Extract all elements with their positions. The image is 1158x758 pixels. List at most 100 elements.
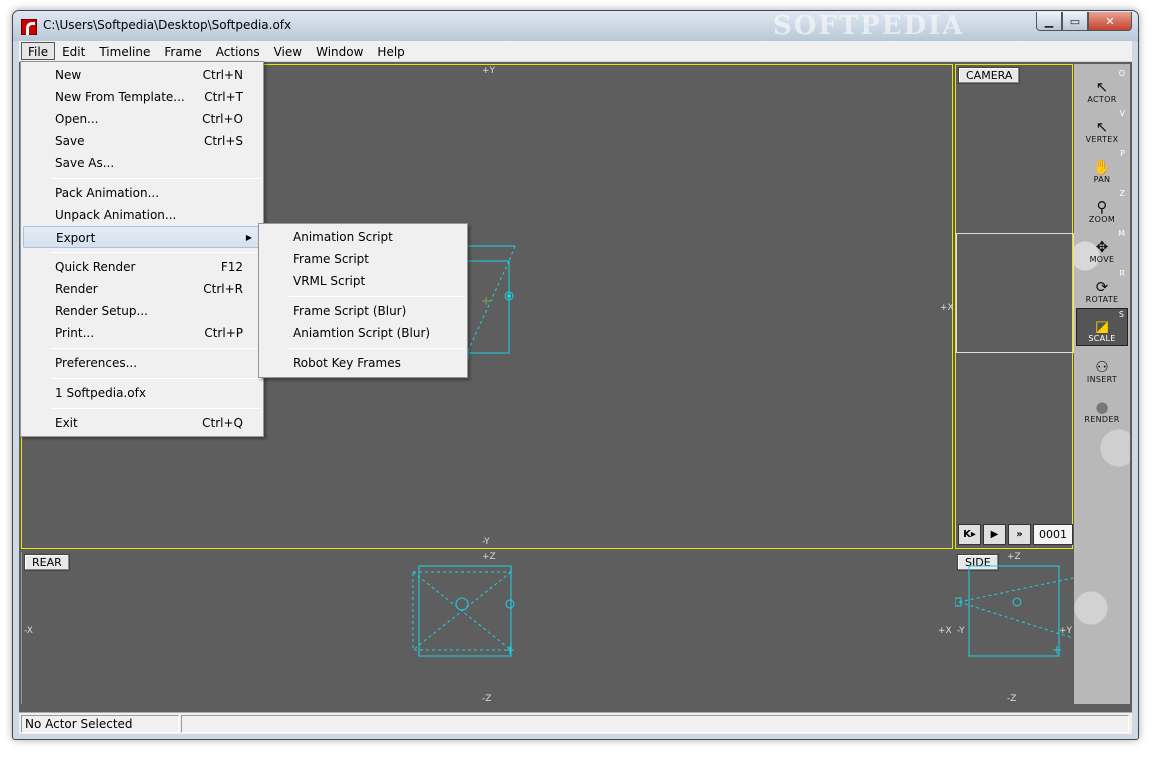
scene-wireframe-rear[interactable] [22, 552, 952, 704]
tool-move[interactable]: M ✥ MOVE [1076, 228, 1128, 266]
tool-insert[interactable]: ⚇ INSERT [1076, 348, 1128, 386]
render-spheres-icon: ● [1095, 398, 1109, 416]
menu-item-shortcut: Ctrl+R [203, 282, 243, 296]
tool-actor[interactable]: O ↖ ACTOR [1076, 68, 1128, 106]
tool-label: ROTATE [1085, 295, 1119, 304]
rear-viewport[interactable]: REAR +Z -Z -X +X [21, 552, 952, 704]
menu-item-save-as[interactable]: Save As... [23, 152, 261, 174]
close-button[interactable]: ✕ [1088, 12, 1132, 31]
status-text: No Actor Selected [21, 714, 179, 733]
menu-item-shortcut: Ctrl+Q [202, 416, 243, 430]
menu-item-export[interactable]: Export ▶ [23, 226, 261, 248]
tool-shortcut: S [1118, 310, 1124, 319]
tool-shortcut: P [1120, 149, 1125, 158]
maximize-button[interactable]: ▭ [1062, 12, 1088, 31]
frame-counter[interactable]: 0001 [1033, 524, 1073, 545]
menu-view[interactable]: View [267, 42, 309, 60]
menu-item-save[interactable]: Save Ctrl+S [23, 130, 261, 152]
playback-controls: K▸ ▶ » 0001 [958, 524, 1073, 546]
menu-separator [51, 348, 261, 349]
menu-item-label: New From Template... [55, 90, 185, 104]
submenu-arrow-icon: ▶ [245, 233, 252, 242]
fast-forward-button[interactable]: » [1008, 524, 1031, 545]
menu-item-recent-file[interactable]: 1 Softpedia.ofx [23, 382, 261, 404]
tool-shortcut: M [1118, 229, 1125, 238]
export-robot-key-frames[interactable]: Robot Key Frames [261, 352, 465, 374]
menu-item-label: Render Setup... [55, 304, 148, 318]
menu-item-label: Save [55, 134, 85, 148]
tool-render[interactable]: ● RENDER [1076, 388, 1128, 426]
menu-item-label: VRML Script [293, 274, 366, 288]
menu-item-preferences[interactable]: Preferences... [23, 352, 261, 374]
status-pane-secondary [181, 714, 1129, 733]
menu-file[interactable]: File [21, 42, 56, 60]
menu-item-render[interactable]: Render Ctrl+R [23, 278, 261, 300]
menu-item-shortcut: F12 [220, 260, 243, 274]
menu-bar: File Edit Timeline Frame Actions View Wi… [19, 41, 1132, 61]
minimize-button[interactable]: ▁ [1036, 12, 1062, 31]
menu-separator [51, 378, 261, 379]
menu-frame[interactable]: Frame [157, 42, 208, 60]
tool-pan[interactable]: P ✋ PAN [1076, 148, 1128, 186]
tool-label: ZOOM [1088, 215, 1116, 224]
menu-item-shortcut: Ctrl+P [204, 326, 243, 340]
export-frame-script-blur[interactable]: Frame Script (Blur) [261, 300, 465, 322]
status-bar: No Actor Selected [19, 712, 1132, 734]
move-arrows-icon: ✥ [1095, 238, 1109, 256]
menu-item-label: New [55, 68, 82, 82]
tool-rotate[interactable]: R ⟳ ROTATE [1076, 268, 1128, 306]
tool-shortcut: V [1119, 109, 1125, 118]
export-animation-script-blur[interactable]: Aniamtion Script (Blur) [261, 322, 465, 344]
menu-item-new-from-template[interactable]: New From Template... Ctrl+T [23, 86, 261, 108]
menu-item-pack-animation[interactable]: Pack Animation... [23, 182, 261, 204]
menu-item-label: Print... [55, 326, 95, 340]
rotate-icon: ⟳ [1095, 278, 1109, 296]
tool-label: ACTOR [1087, 95, 1117, 104]
menu-actions[interactable]: Actions [209, 42, 267, 60]
menu-item-shortcut: Ctrl+N [202, 68, 243, 82]
menu-item-label: Preferences... [55, 356, 138, 370]
camera-view-label[interactable]: CAMERA [958, 67, 1021, 84]
scene-wireframe-side[interactable] [955, 552, 1073, 704]
menu-separator [51, 408, 261, 409]
vertex-pointer-icon: ↖ [1095, 118, 1109, 136]
export-frame-script[interactable]: Frame Script [261, 248, 465, 270]
app-icon[interactable] [21, 19, 37, 35]
menu-item-open[interactable]: Open... Ctrl+O [23, 108, 261, 130]
tool-palette: O ↖ ACTOR V ↖ VERTEX P ✋ PAN Z ⚲ ZOOM M [1074, 64, 1130, 704]
camera-frame [956, 233, 1074, 353]
side-viewport[interactable]: SIDE +Z -Z -Y +Y [955, 552, 1073, 704]
export-vrml-script[interactable]: VRML Script [261, 270, 465, 292]
menu-window[interactable]: Window [309, 42, 370, 60]
menu-timeline[interactable]: Timeline [92, 42, 157, 60]
camera-viewport[interactable]: CAMERA K▸ ▶ » 0001 [955, 64, 1074, 549]
menu-item-label: 1 Softpedia.ofx [55, 386, 146, 400]
menu-item-label: Save As... [55, 156, 115, 170]
menu-item-label: Aniamtion Script (Blur) [293, 326, 431, 340]
menu-item-label: Open... [55, 112, 99, 126]
menu-item-unpack-animation[interactable]: Unpack Animation... [23, 204, 261, 226]
tool-scale[interactable]: S ◪ SCALE [1076, 308, 1128, 346]
tool-zoom[interactable]: Z ⚲ ZOOM [1076, 188, 1128, 226]
menu-item-print[interactable]: Print... Ctrl+P [23, 322, 261, 344]
rewind-button[interactable]: K▸ [958, 524, 981, 545]
menu-help[interactable]: Help [370, 42, 411, 60]
tool-shortcut: Z [1119, 189, 1125, 198]
menu-item-exit[interactable]: Exit Ctrl+Q [23, 412, 261, 434]
menu-item-label: Export [56, 231, 96, 245]
menu-item-shortcut: Ctrl+S [203, 134, 243, 148]
tool-vertex[interactable]: V ↖ VERTEX [1076, 108, 1128, 146]
menu-item-render-setup[interactable]: Render Setup... [23, 300, 261, 322]
export-animation-script[interactable]: Animation Script [261, 226, 465, 248]
menu-item-new[interactable]: New Ctrl+N [23, 64, 261, 86]
menu-item-shortcut: Ctrl+O [202, 112, 243, 126]
menu-item-label: Render [55, 282, 98, 296]
menu-edit[interactable]: Edit [55, 42, 92, 60]
play-button[interactable]: ▶ [983, 524, 1006, 545]
title-bar[interactable]: SOFTPEDIA C:\Users\Softpedia\Desktop\Sof… [13, 11, 1138, 41]
menu-item-label: Frame Script [293, 252, 370, 266]
tool-shortcut: R [1119, 269, 1125, 278]
menu-item-quick-render[interactable]: Quick Render F12 [23, 256, 261, 278]
menu-item-label: Quick Render [55, 260, 136, 274]
tool-label: MOVE [1089, 255, 1115, 264]
